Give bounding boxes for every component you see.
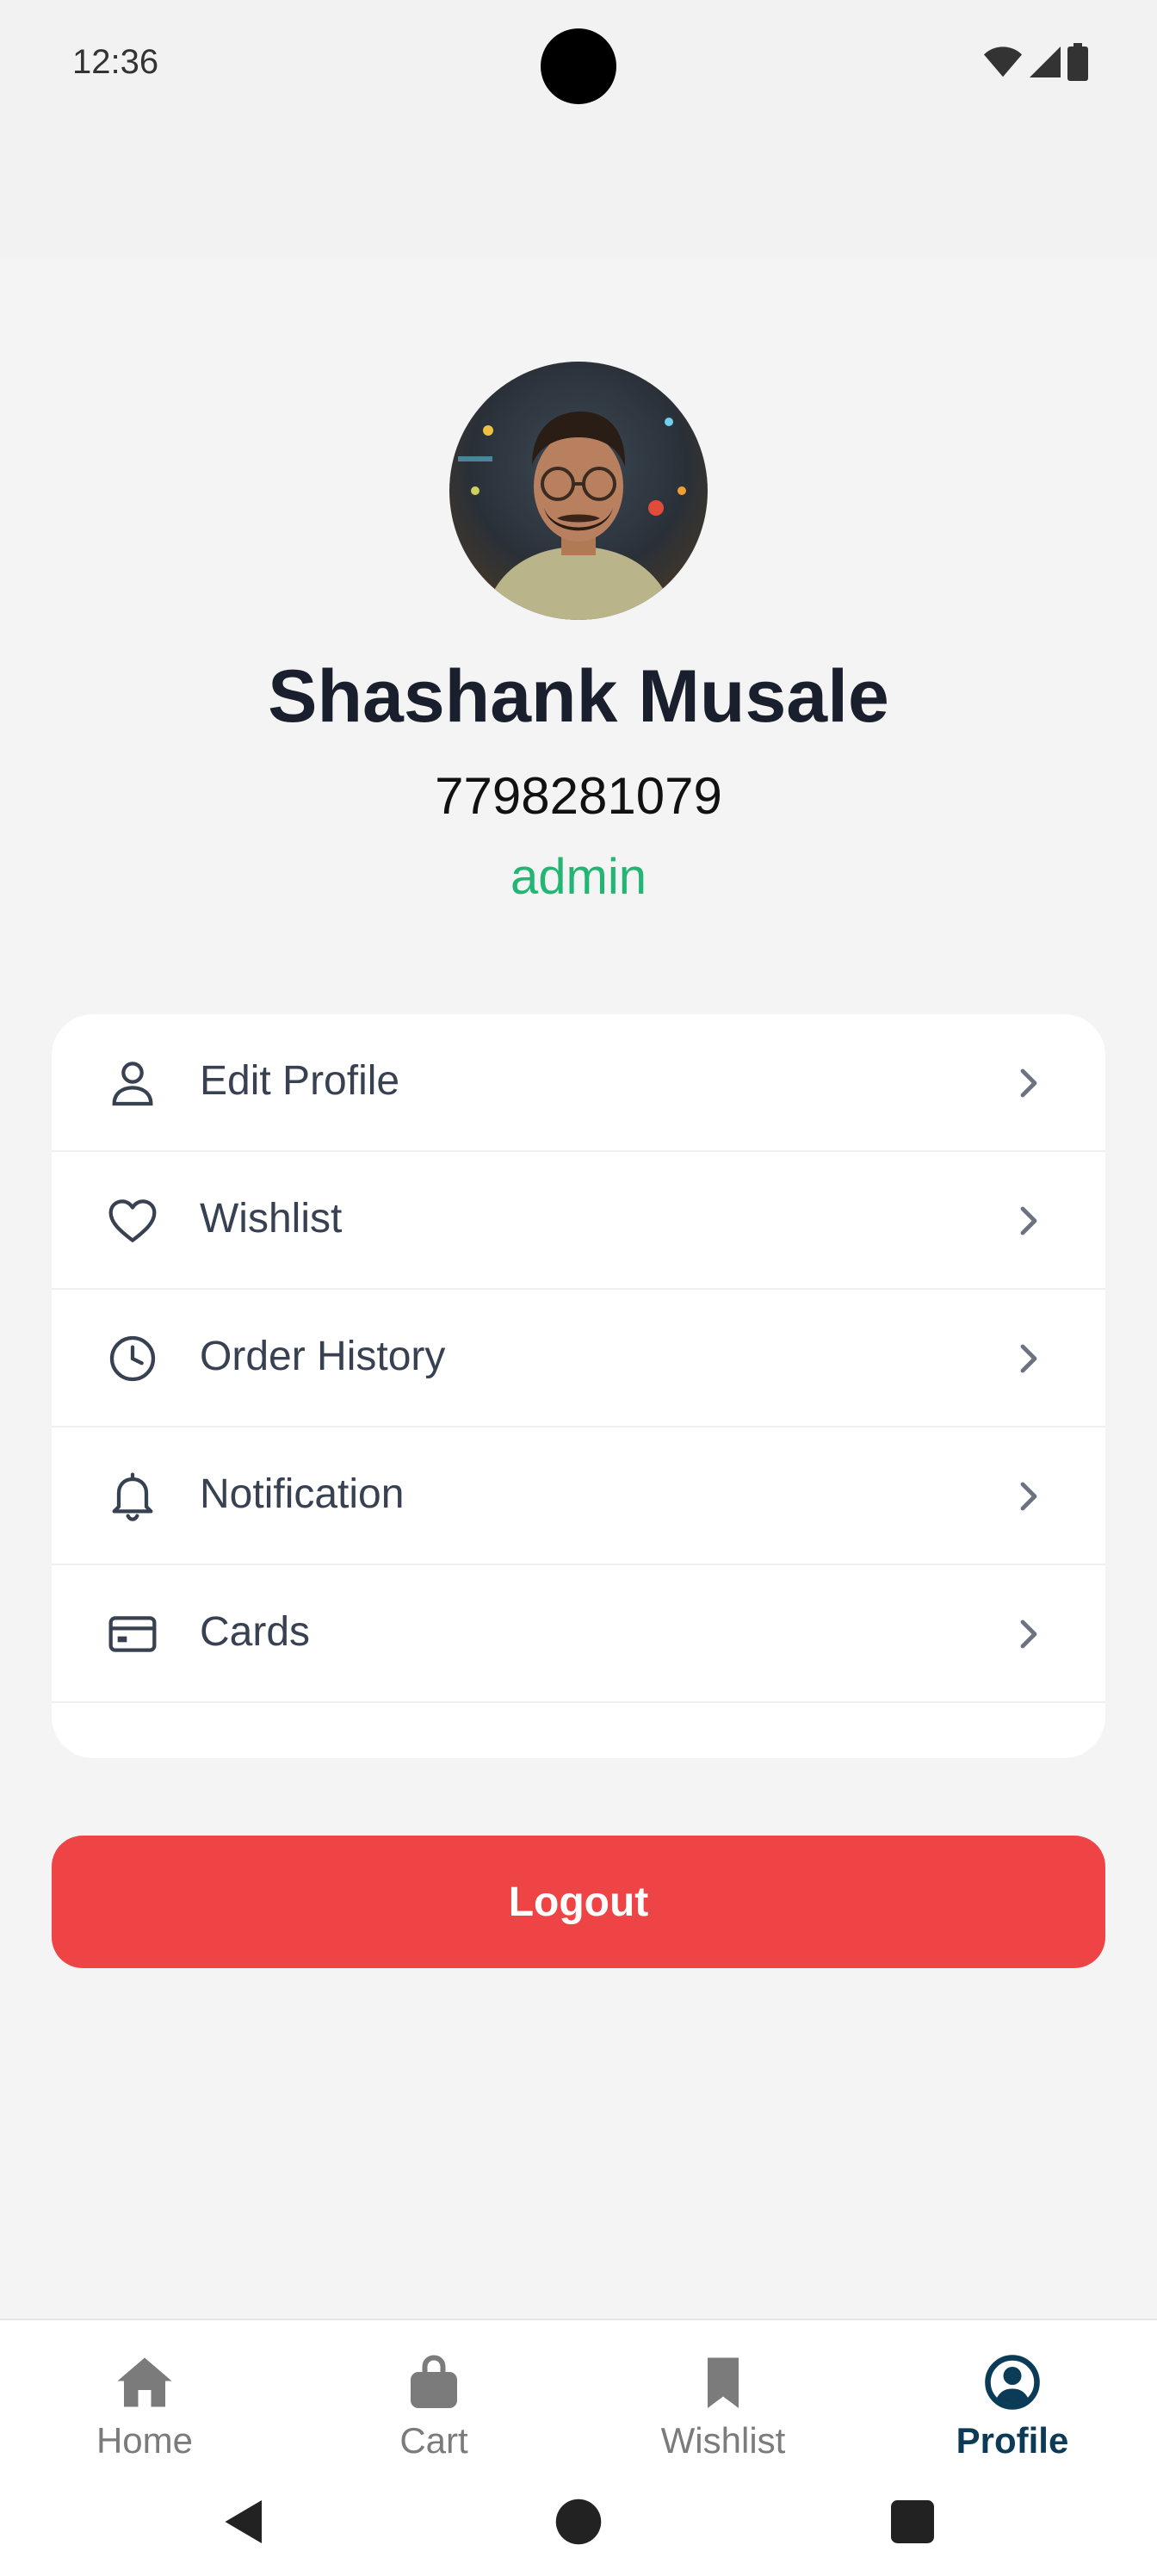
menu-item-label: Cards: [200, 1609, 311, 1655]
person-icon: [112, 1062, 153, 1106]
menu-item-order-history[interactable]: Order History: [52, 1290, 1105, 1427]
menu-item-edit-profile[interactable]: Edit Profile: [52, 1014, 1105, 1152]
nav-item-profile[interactable]: Profile: [868, 2320, 1157, 2467]
chevron-right-icon: [1020, 1206, 1037, 1235]
home-icon: [117, 2357, 172, 2407]
chevron-right-icon: [1020, 1619, 1037, 1649]
menu-item-notification[interactable]: Notification: [52, 1427, 1105, 1565]
menu-item-cards[interactable]: Cards: [52, 1565, 1105, 1703]
menu-item-label: Order History: [200, 1334, 446, 1379]
chevron-right-icon: [1020, 1068, 1037, 1098]
card-icon: [108, 1616, 157, 1652]
profile-menu: Edit Profile Wishlist Order History Noti…: [52, 1014, 1105, 1758]
cellular-signal-icon: [1030, 46, 1061, 77]
nav-label-home: Home: [96, 2420, 194, 2461]
menu-item-label: Wishlist: [200, 1196, 343, 1242]
status-icons: [983, 43, 1088, 81]
account-circle-icon: [985, 2355, 1040, 2410]
camera-cutout: [541, 28, 616, 104]
nav-item-home[interactable]: Home: [0, 2320, 289, 2467]
bottom-navigation: Home Cart Wishlist Profile: [0, 2319, 1157, 2465]
profile-name: Shashank Musale: [268, 655, 889, 738]
profile-phone: 7798281079: [435, 767, 722, 825]
nav-label-wishlist: Wishlist: [660, 2420, 786, 2461]
nav-item-cart[interactable]: Cart: [289, 2320, 578, 2467]
profile-role: admin: [510, 849, 647, 905]
battery-icon: [1067, 43, 1088, 81]
logout-button[interactable]: Logout: [52, 1836, 1105, 1968]
chevron-right-icon: [1020, 1482, 1037, 1511]
bell-icon: [112, 1472, 153, 1521]
home-circle-icon[interactable]: [553, 2496, 604, 2548]
nav-item-wishlist[interactable]: Wishlist: [578, 2320, 868, 2467]
menu-item-label: Notification: [200, 1471, 405, 1517]
profile-avatar: [449, 362, 708, 620]
back-icon[interactable]: [219, 2496, 270, 2548]
status-time: 12:36: [72, 43, 159, 81]
system-navigation-bar: [0, 2465, 1157, 2576]
bookmark-icon: [708, 2357, 739, 2408]
shopping-bag-icon: [411, 2355, 457, 2408]
nav-label-profile: Profile: [956, 2420, 1069, 2461]
menu-item-wishlist[interactable]: Wishlist: [52, 1152, 1105, 1290]
menu-item-label: Edit Profile: [200, 1058, 400, 1104]
recents-icon[interactable]: [887, 2496, 938, 2548]
clock-icon: [109, 1335, 156, 1382]
app-bar: [0, 129, 1157, 258]
heart-icon: [108, 1199, 157, 1242]
status-bar: 12:36: [0, 0, 1157, 129]
chevron-right-icon: [1020, 1344, 1037, 1373]
wifi-icon: [983, 46, 1023, 77]
nav-label-cart: Cart: [399, 2420, 468, 2461]
